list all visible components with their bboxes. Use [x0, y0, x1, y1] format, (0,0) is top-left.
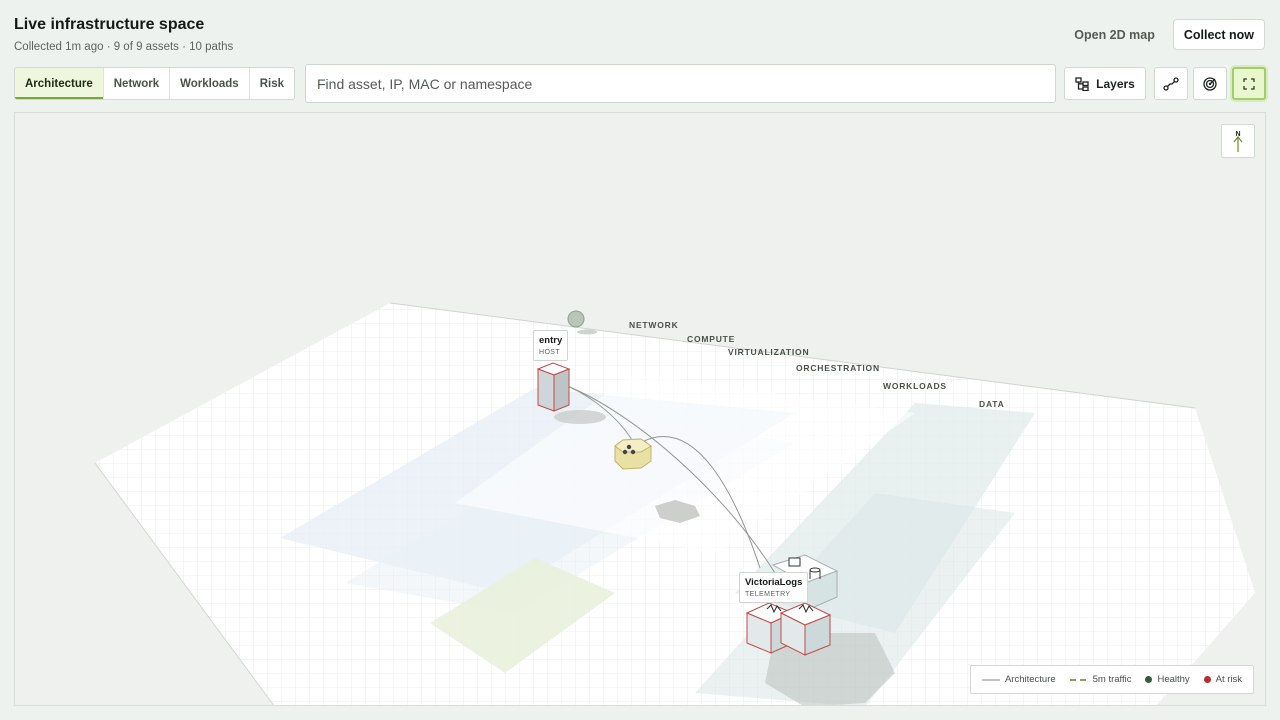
header-actions: Open 2D map Collect now: [1068, 19, 1265, 50]
layers-button[interactable]: Layers: [1064, 67, 1146, 100]
layers-label: Layers: [1096, 76, 1135, 91]
open-2d-map-button[interactable]: Open 2D map: [1068, 28, 1161, 42]
solid-line-icon: [981, 678, 1000, 681]
layer-label-network: NETWORK: [629, 320, 679, 330]
gateway-node[interactable]: [567, 310, 585, 328]
search-input[interactable]: [305, 64, 1056, 103]
layer-label-virtualization: VIRTUALIZATION: [728, 347, 810, 357]
legend-label: 5m traffic: [1092, 674, 1132, 685]
layer-label-orchestration: ORCHESTRATION: [796, 363, 880, 373]
fullscreen-button[interactable]: [1232, 67, 1266, 100]
layer-label-compute: COMPUTE: [687, 334, 736, 344]
legend-traffic: 5m traffic: [1069, 674, 1132, 685]
infrastructure-map[interactable]: NETWORK COMPUTE VIRTUALIZATION ORCHESTRA…: [14, 112, 1266, 706]
view-tabs: Architecture Network Workloads Risk: [14, 67, 295, 100]
asset-name: entry: [539, 335, 563, 346]
compass-north-icon: N: [1233, 131, 1243, 152]
legend-healthy: Healthy: [1145, 674, 1190, 685]
legend-at-risk: At risk: [1203, 674, 1243, 685]
fullscreen-icon: [1243, 77, 1255, 90]
tab-workloads[interactable]: Workloads: [170, 68, 250, 99]
at-risk-dot-icon: [1203, 676, 1211, 683]
tab-risk[interactable]: Risk: [250, 68, 294, 99]
collection-status: Collected 1m ago · 9 of 9 assets · 10 pa…: [14, 41, 234, 53]
asset-kind: HOST: [539, 349, 561, 356]
target-button[interactable]: [1193, 67, 1227, 100]
collect-now-button[interactable]: Collect now: [1172, 19, 1265, 50]
layers-tree-icon: [1075, 76, 1089, 91]
route-button[interactable]: [1154, 67, 1188, 100]
legend-label: At risk: [1215, 674, 1243, 685]
layer-label-data: DATA: [979, 399, 1005, 409]
legend-label: Architecture: [1004, 674, 1056, 685]
compass-button[interactable]: N: [1221, 124, 1255, 158]
asset-label-victorialogs[interactable]: VictoriaLogs TELEMETRY: [739, 572, 809, 603]
tab-architecture[interactable]: Architecture: [15, 68, 104, 99]
toolbar: Architecture Network Workloads Risk Laye…: [14, 64, 1267, 103]
asset-label-entry[interactable]: entry HOST: [533, 330, 569, 361]
layer-label-workloads: WORKLOADS: [883, 381, 947, 391]
page-title: Live infrastructure space: [14, 16, 205, 33]
healthy-dot-icon: [1145, 676, 1153, 683]
isometric-scene: [94, 302, 1255, 705]
legend-label: Healthy: [1157, 674, 1190, 685]
tab-network[interactable]: Network: [104, 68, 171, 99]
dashed-line-icon: [1069, 678, 1088, 681]
map-legend: Architecture 5m traffic Healthy At risk: [970, 665, 1254, 694]
asset-name: VictoriaLogs: [745, 577, 803, 588]
target-icon: [1203, 76, 1217, 91]
asset-kind: TELEMETRY: [745, 591, 791, 598]
legend-architecture: Architecture: [981, 674, 1056, 685]
route-icon: [1163, 76, 1179, 91]
